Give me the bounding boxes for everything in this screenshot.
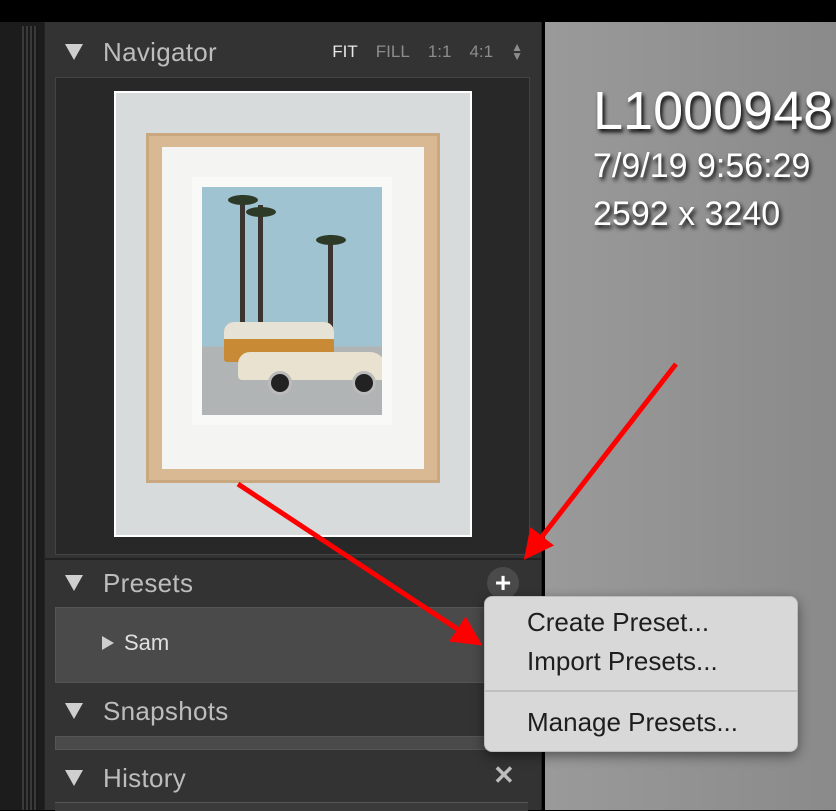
expand-triangle-icon[interactable] xyxy=(102,636,114,650)
van-top xyxy=(224,322,334,339)
navigator-title: Navigator xyxy=(103,36,217,67)
history-title: History xyxy=(103,762,186,793)
car-wheel xyxy=(268,371,292,395)
panel-resize-grip[interactable] xyxy=(22,26,38,810)
presets-list: Sam xyxy=(55,607,530,683)
snapshots-list xyxy=(55,736,530,750)
snapshots-title: Snapshots xyxy=(103,695,229,726)
section-divider xyxy=(45,558,541,560)
zoom-options: FIT FILL 1:1 4:1 ▲ ▼ xyxy=(332,30,523,74)
navigator-preview[interactable] xyxy=(55,77,530,555)
collapse-triangle-icon[interactable] xyxy=(65,575,83,591)
photo-filename: L1000948 xyxy=(593,81,834,141)
preset-context-menu: Create Preset... Import Presets... Manag… xyxy=(484,596,798,752)
plus-icon[interactable]: + xyxy=(487,567,519,599)
photo-dimensions: 2592 x 3240 xyxy=(593,195,781,233)
beach-photo xyxy=(202,187,382,415)
collapse-triangle-icon[interactable] xyxy=(65,770,83,786)
zoom-fit[interactable]: FIT xyxy=(332,42,358,62)
list-item[interactable]: Sam xyxy=(102,630,169,656)
palm-fronds xyxy=(246,207,276,217)
palm-fronds xyxy=(316,235,346,245)
picture-frame xyxy=(146,133,440,483)
top-bar xyxy=(0,0,836,22)
framed-print xyxy=(192,177,392,425)
menu-item-import-presets[interactable]: Import Presets... xyxy=(527,646,718,677)
history-header[interactable]: History ✕ xyxy=(45,756,541,800)
menu-item-create-preset[interactable]: Create Preset... xyxy=(527,607,709,638)
zoom-1-1[interactable]: 1:1 xyxy=(428,42,452,62)
palm-fronds xyxy=(228,195,258,205)
presets-header[interactable]: Presets + xyxy=(45,561,541,605)
updown-icon[interactable]: ▲ ▼ xyxy=(511,41,523,62)
car-wheel xyxy=(352,371,376,395)
presets-title: Presets xyxy=(103,567,194,598)
photo-thumbnail xyxy=(114,91,472,537)
zoom-fill[interactable]: FILL xyxy=(376,42,410,62)
menu-separator xyxy=(485,690,797,692)
menu-item-manage-presets[interactable]: Manage Presets... xyxy=(527,707,738,738)
close-icon[interactable]: ✕ xyxy=(493,760,515,791)
collapse-triangle-icon[interactable] xyxy=(65,703,83,719)
left-panel: Navigator FIT FILL 1:1 4:1 ▲ ▼ Presets +… xyxy=(44,22,542,811)
photo-datetime: 7/9/19 9:56:29 xyxy=(593,147,811,185)
collapse-triangle-icon[interactable] xyxy=(65,44,83,60)
snapshots-header[interactable]: Snapshots xyxy=(45,689,541,733)
navigator-header[interactable]: Navigator FIT FILL 1:1 4:1 ▲ ▼ xyxy=(45,30,541,74)
zoom-4-1[interactable]: 4:1 xyxy=(469,42,493,62)
preset-group-label: Sam xyxy=(124,630,170,655)
